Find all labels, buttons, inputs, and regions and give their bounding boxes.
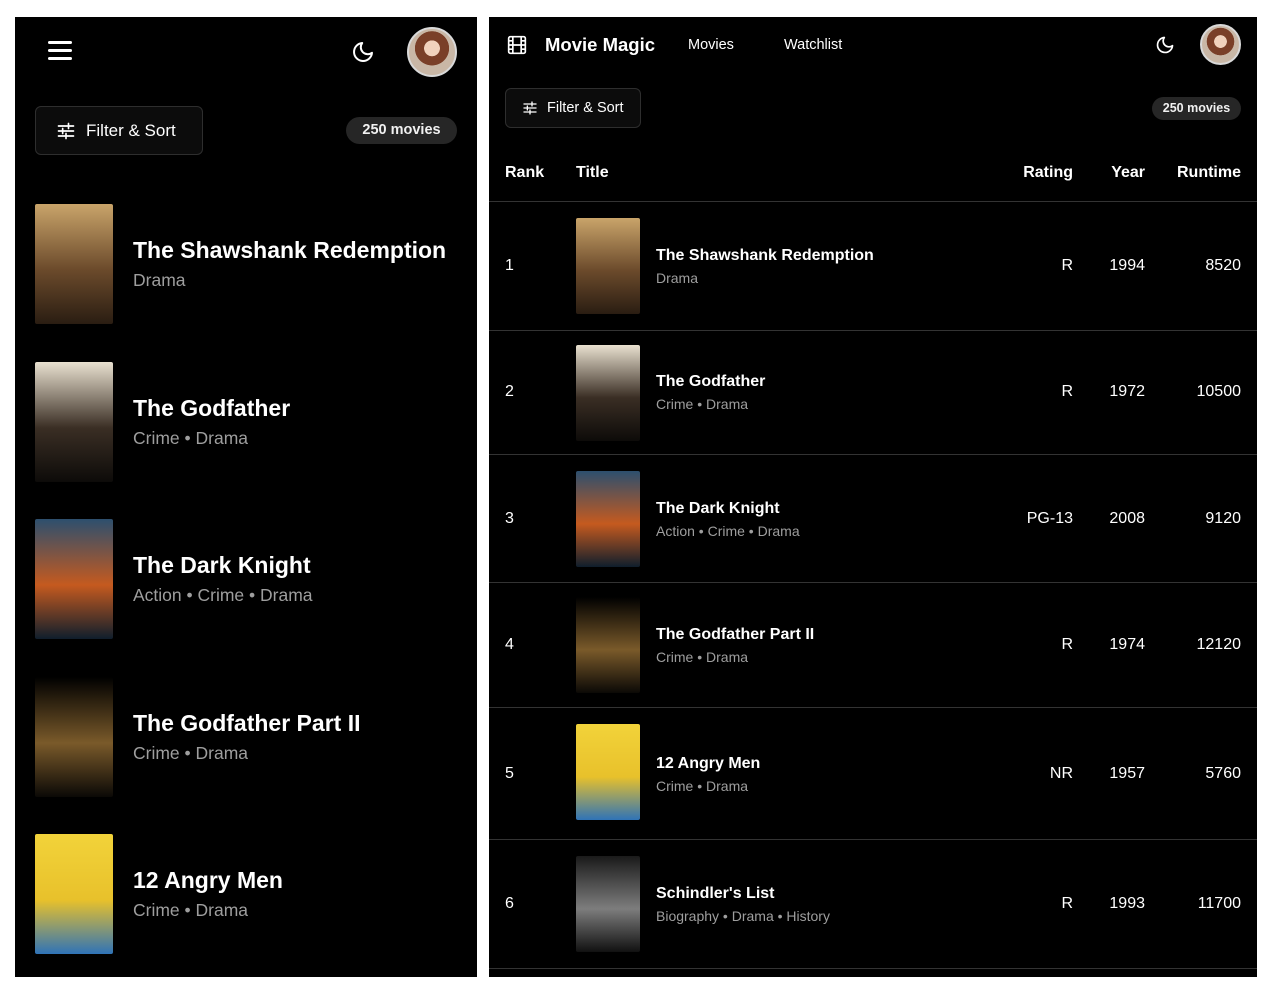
column-header-year[interactable]: Year [1111, 164, 1145, 182]
column-header-rating[interactable]: Rating [1023, 164, 1073, 182]
column-header-rank[interactable]: Rank [505, 164, 544, 182]
movie-title: 12 Angry Men [133, 867, 283, 893]
movie-poster [576, 218, 640, 314]
list-item[interactable]: The Godfather Crime • Drama [15, 361, 477, 520]
app-title[interactable]: Movie Magic [545, 34, 655, 56]
filter-sort-button[interactable]: Filter & Sort [505, 88, 641, 128]
cell-runtime: 9120 [1205, 510, 1241, 527]
film-icon [507, 35, 527, 55]
cell-rating: R [1061, 257, 1073, 274]
table-row[interactable]: 3 The Dark Knight Action • Crime • Drama… [489, 455, 1257, 583]
table-row[interactable]: 6 Schindler's List Biography • Drama • H… [489, 840, 1257, 969]
cell-rating: R [1061, 636, 1073, 653]
table-row[interactable]: 5 12 Angry Men Crime • Drama NR 1957 576… [489, 708, 1257, 840]
nav-watchlist[interactable]: Watchlist [784, 37, 842, 53]
movie-poster [576, 724, 640, 820]
table-header: Rank Title Rating Year Runtime [489, 155, 1257, 202]
nav-movies[interactable]: Movies [688, 37, 734, 53]
list-item[interactable]: The Godfather Part II Crime • Drama [15, 676, 477, 835]
movie-genres: Crime • Drama [133, 427, 249, 448]
movie-list: The Shawshank Redemption Drama The Godfa… [15, 204, 477, 977]
movie-title[interactable]: Schindler's List [656, 885, 775, 903]
movie-poster [35, 361, 113, 482]
cell-rank: 6 [505, 895, 514, 912]
movie-title[interactable]: The Godfather [656, 373, 765, 391]
movie-genres: Biography • Drama • History [656, 908, 830, 924]
list-item[interactable]: 12 Angry Men Crime • Drama [15, 834, 477, 977]
list-item[interactable]: The Shawshank Redemption Drama [15, 204, 477, 362]
movie-poster [576, 597, 640, 693]
movie-poster [35, 204, 113, 324]
cell-rating: R [1061, 895, 1073, 912]
cell-rank: 2 [505, 383, 514, 400]
cell-year: 1972 [1109, 383, 1145, 400]
movie-poster [35, 519, 113, 639]
movie-poster [576, 345, 640, 441]
movie-title: The Dark Knight [133, 552, 311, 578]
movie-title[interactable]: 12 Angry Men [656, 755, 760, 773]
movie-title[interactable]: The Shawshank Redemption [656, 247, 874, 265]
table-row[interactable]: 1 The Shawshank Redemption Drama R 1994 … [489, 202, 1257, 331]
cell-rank: 4 [505, 636, 514, 653]
filter-sort-button[interactable]: Filter & Sort [35, 106, 203, 155]
movie-genres: Crime • Drama [656, 778, 749, 794]
cell-rank: 1 [505, 257, 514, 274]
cell-runtime: 10500 [1196, 383, 1242, 400]
filter-sort-label: Filter & Sort [86, 120, 176, 140]
table-row[interactable]: 2 The Godfather Crime • Drama R 1972 105… [489, 331, 1257, 455]
movie-title[interactable]: The Dark Knight [656, 500, 780, 518]
movie-count-badge: 250 movies [1152, 97, 1241, 120]
column-header-title[interactable]: Title [576, 164, 609, 182]
moon-icon[interactable] [351, 40, 375, 64]
movie-genres: Action • Crime • Drama [656, 523, 800, 539]
list-item[interactable]: The Dark Knight Action • Crime • Drama [15, 519, 477, 677]
avatar[interactable] [407, 27, 457, 77]
movie-count-badge: 250 movies [346, 117, 457, 144]
cell-rating: NR [1049, 765, 1073, 782]
movie-title[interactable]: The Godfather Part II [656, 626, 814, 644]
movie-poster [35, 676, 113, 797]
movie-title: The Godfather Part II [133, 709, 361, 736]
moon-icon[interactable] [1155, 35, 1175, 55]
movie-poster [576, 471, 640, 567]
movie-title: The Shawshank Redemption [133, 237, 447, 263]
movie-table: 1 The Shawshank Redemption Drama R 1994 … [489, 202, 1257, 969]
cell-year: 1994 [1109, 257, 1145, 274]
movie-genres: Crime • Drama [656, 649, 749, 665]
filter-sort-label: Filter & Sort [547, 100, 624, 116]
movie-genres: Drama [656, 270, 699, 286]
cell-runtime: 5760 [1205, 765, 1241, 782]
mobile-header [15, 17, 477, 87]
table-row[interactable]: 4 The Godfather Part II Crime • Drama R … [489, 583, 1257, 708]
movie-poster [35, 834, 113, 954]
avatar[interactable] [1200, 24, 1241, 65]
cell-rating: PG-13 [1026, 510, 1073, 527]
cell-runtime: 12120 [1196, 636, 1242, 653]
desktop-view: Movie Magic Movies Watchlist Filter & So… [489, 17, 1257, 977]
cell-year: 1993 [1109, 895, 1145, 912]
cell-year: 1974 [1109, 636, 1145, 653]
movie-genres: Drama [133, 270, 186, 290]
movie-title: The Godfather [133, 394, 291, 421]
movie-genres: Crime • Drama [656, 396, 749, 412]
cell-year: 1957 [1109, 765, 1145, 782]
cell-runtime: 8520 [1205, 257, 1241, 274]
cell-runtime: 11700 [1197, 895, 1241, 912]
cell-rating: R [1061, 383, 1073, 400]
hamburger-menu-icon[interactable] [48, 41, 72, 61]
movie-genres: Crime • Drama [133, 900, 249, 920]
cell-rank: 3 [505, 510, 514, 527]
movie-genres: Crime • Drama [133, 742, 249, 763]
column-header-runtime[interactable]: Runtime [1177, 164, 1241, 182]
cell-rank: 5 [505, 765, 514, 782]
mobile-view: Filter & Sort 250 movies The Shawshank R… [15, 17, 477, 977]
sliders-icon [57, 122, 75, 139]
movie-genres: Action • Crime • Drama [133, 585, 313, 605]
sliders-icon [523, 101, 537, 115]
cell-year: 2008 [1109, 510, 1145, 527]
movie-poster [576, 856, 640, 952]
